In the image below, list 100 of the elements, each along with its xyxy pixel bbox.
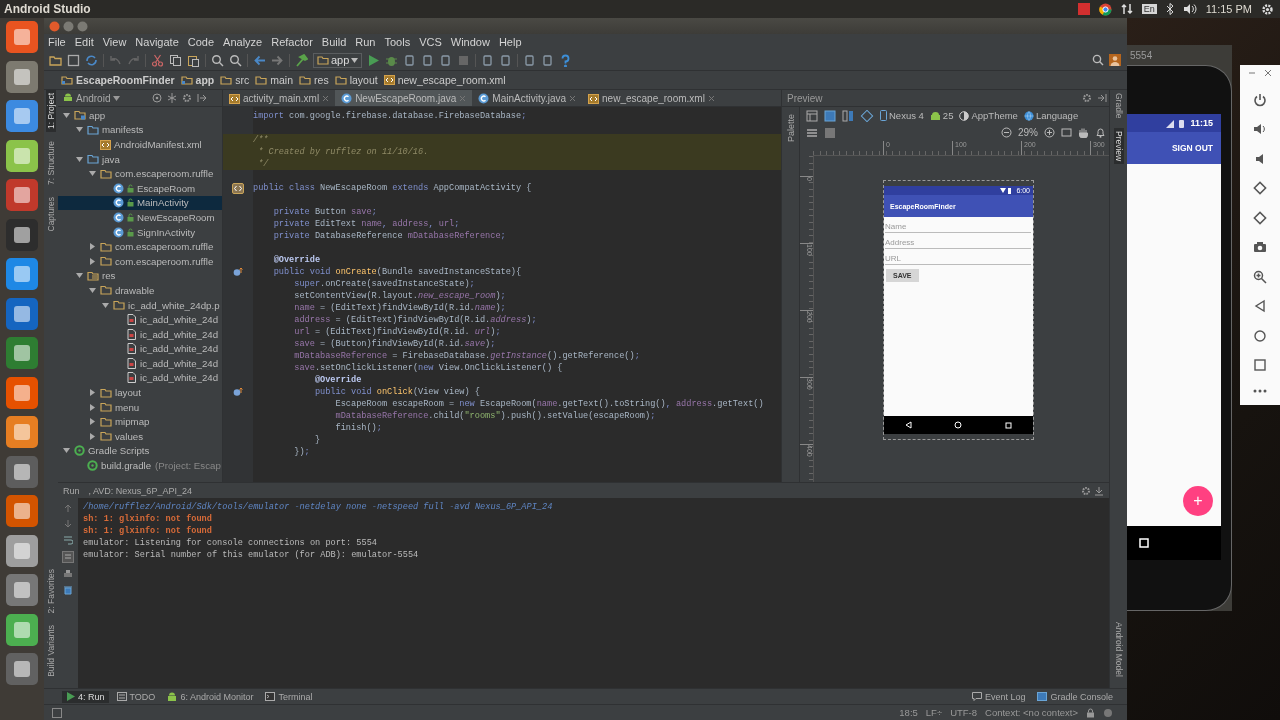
menu-bar-item[interactable]: Analyze (223, 36, 263, 48)
menu-bar-item[interactable]: File (48, 36, 66, 48)
clock[interactable]: 11:15 PM (1205, 3, 1252, 15)
menu-bar-item[interactable]: Build (321, 36, 347, 48)
menu-bar-item[interactable]: Edit (74, 36, 94, 48)
close-icon[interactable] (569, 94, 577, 102)
search-icon[interactable] (229, 53, 242, 67)
launcher-icon[interactable] (5, 99, 39, 133)
tree-item[interactable]: mipmap (58, 414, 222, 430)
run-icon[interactable] (367, 53, 381, 67)
sign-out-button[interactable]: SIGN OUT (1171, 143, 1213, 153)
paste-icon[interactable] (187, 53, 200, 67)
launcher-icon[interactable] (5, 415, 39, 449)
camera-icon[interactable] (1253, 240, 1267, 254)
menu-bar-item[interactable]: Refactor (271, 36, 313, 48)
recents-icon[interactable] (1004, 421, 1012, 429)
device-dropdown[interactable]: Nexus 4 (880, 110, 924, 121)
collapsed-arrow-icon[interactable] (88, 431, 97, 441)
tool-window-tab[interactable]: Event Log (967, 690, 1030, 703)
tree-item[interactable]: ic_add_white_24d (58, 312, 222, 327)
tree-item[interactable]: drawable (58, 283, 222, 298)
tool-window-tab[interactable]: 7: Structure (46, 137, 56, 188)
code-editor[interactable] (223, 107, 781, 482)
file-encoding[interactable]: UTF-8 (950, 707, 978, 718)
launcher-icon[interactable] (5, 454, 39, 489)
editor-tab[interactable]: NewEscapeRoom.java (335, 90, 473, 106)
zoom-out-icon[interactable] (1001, 127, 1012, 138)
browser-icon[interactable] (1098, 2, 1112, 16)
save-icon[interactable] (67, 53, 80, 67)
bluetooth-icon[interactable] (1165, 3, 1174, 15)
text-field[interactable]: Name (885, 220, 1031, 233)
caret-position[interactable]: 18:5 (899, 707, 918, 718)
layout-file-icon[interactable] (232, 182, 244, 194)
copy-icon[interactable] (169, 53, 182, 67)
volume-icon[interactable] (1182, 3, 1197, 15)
tree-item[interactable]: com.escaperoom.ruffle (58, 239, 222, 254)
text-field[interactable]: URL (885, 252, 1031, 265)
hide-panel-icon[interactable] (197, 93, 207, 103)
tool-window-tab[interactable]: 2: Favorites (46, 565, 56, 617)
tree-item[interactable]: layout (58, 385, 222, 400)
image-icon[interactable] (824, 126, 836, 139)
tree-item[interactable]: menu (58, 399, 222, 415)
collapsed-arrow-icon[interactable] (88, 256, 97, 266)
tool-window-tab[interactable]: Build Variants (46, 622, 56, 680)
inspector-icon[interactable] (1103, 707, 1113, 718)
launcher-icon[interactable] (5, 336, 39, 370)
app-indicator-icon[interactable] (1077, 3, 1090, 15)
back-icon[interactable] (1253, 299, 1267, 313)
tool-window-tab[interactable]: Preview (1113, 127, 1124, 164)
tree-item[interactable]: ic_add_white_24dp.p (58, 297, 222, 313)
expanded-arrow-icon[interactable] (88, 169, 97, 179)
volume-up-icon[interactable] (1253, 122, 1267, 136)
launcher-icon[interactable] (5, 533, 39, 568)
tool-window-tab[interactable]: 6: Android Monitor (163, 690, 258, 703)
close-icon[interactable] (707, 94, 715, 102)
line-separator[interactable]: LF÷ (925, 707, 943, 718)
design-view-icon[interactable] (806, 109, 818, 122)
more-icon[interactable] (1253, 387, 1267, 394)
collapsed-arrow-icon[interactable] (88, 242, 97, 252)
keyboard-layout-indicator[interactable]: En (1141, 4, 1157, 14)
breadcrumb-item[interactable]: main (255, 74, 294, 86)
breadcrumb-item[interactable]: layout (334, 74, 378, 86)
language-dropdown[interactable]: Language (1023, 110, 1079, 121)
launcher-icon[interactable] (5, 217, 39, 252)
rotate-icon[interactable] (860, 109, 874, 122)
zoom-icon[interactable] (1253, 269, 1267, 284)
forward-arrow-icon[interactable] (271, 53, 284, 67)
hand-icon[interactable] (1078, 127, 1089, 138)
tree-item[interactable]: Gradle Scripts (58, 443, 222, 459)
launcher-icon[interactable] (5, 296, 39, 331)
lock-icon[interactable] (1086, 707, 1095, 718)
breadcrumb-item[interactable]: new_escape_room.xml (383, 74, 506, 86)
menu-bar-item[interactable]: Window (450, 36, 490, 48)
tree-item[interactable]: com.escaperoom.ruffle (58, 166, 222, 181)
gear-icon[interactable] (182, 93, 192, 103)
zoom-in-icon[interactable] (1044, 127, 1055, 138)
launcher-icon[interactable] (5, 375, 39, 410)
up-arrow-icon[interactable] (63, 503, 73, 513)
back-icon[interactable] (905, 421, 913, 429)
tree-item[interactable]: app (58, 108, 222, 123)
expanded-arrow-icon[interactable] (62, 446, 71, 456)
breadcrumb-item[interactable]: src (220, 74, 250, 86)
tree-item[interactable]: ic_add_white_24d (58, 370, 222, 386)
editor-tab[interactable]: activity_main.xml (223, 90, 336, 106)
api-level-dropdown[interactable]: 25 (929, 110, 954, 121)
theme-dropdown[interactable]: AppTheme (959, 110, 1018, 121)
collapsed-arrow-icon[interactable] (88, 402, 97, 412)
print-icon[interactable] (63, 569, 73, 579)
toolbar-icon[interactable] (499, 53, 513, 67)
tool-window-tab[interactable]: TODO (112, 690, 160, 703)
context-indicator[interactable]: Context: <no context> (985, 707, 1078, 718)
search-icon[interactable] (211, 53, 224, 67)
launcher-icon[interactable] (5, 612, 39, 647)
tree-item[interactable]: java (58, 151, 222, 167)
tree-item[interactable]: NewEscapeRoom (58, 210, 222, 225)
settings-icon[interactable] (1261, 2, 1274, 16)
launcher-icon[interactable] (5, 652, 39, 686)
editor-tab[interactable]: new_escape_room.xml (582, 90, 721, 106)
gear-icon[interactable] (1082, 93, 1092, 103)
menu-bar-item[interactable]: Code (187, 36, 215, 48)
